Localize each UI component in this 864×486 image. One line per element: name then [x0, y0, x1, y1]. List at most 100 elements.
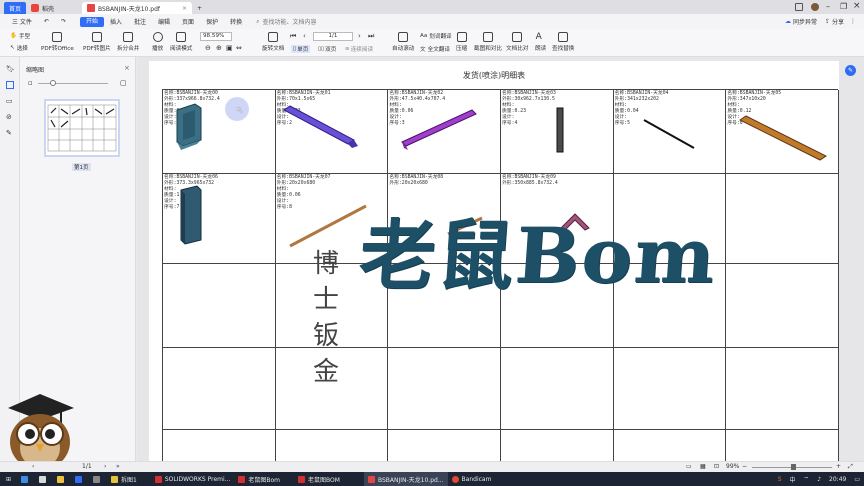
status-zoom-handle[interactable] [791, 464, 796, 470]
more-icon[interactable]: ⋮ [850, 18, 856, 25]
menu-insert[interactable]: 插入 [104, 17, 128, 26]
find-replace-button[interactable]: 查找替换 [552, 32, 574, 52]
ime-indicator[interactable]: 中 [786, 472, 800, 486]
redo-icon[interactable]: ↷ [55, 18, 72, 25]
sync-status[interactable]: 同步异常 [793, 17, 817, 26]
pdf-to-image-button[interactable]: PDF转图片 [83, 32, 111, 52]
zoom-input[interactable]: 98.59% [200, 32, 232, 41]
thumbnail-icon[interactable] [6, 81, 14, 89]
double-page-button[interactable]: ▯▯ 双页 [318, 45, 336, 53]
word-translate-button[interactable]: Aa 划词翻译 [420, 32, 452, 40]
status-view-icon[interactable]: ▭ [686, 463, 692, 470]
thumb-size-large-icon[interactable]: ▢ [120, 79, 127, 87]
close-window-icon[interactable]: × [853, 1, 861, 11]
taskbar-item-5[interactable]: Bandicam [448, 472, 496, 486]
status-zoom-icon[interactable]: ⊡ [714, 463, 719, 470]
read-mode-button[interactable]: 阅读模式 [170, 32, 192, 52]
taskbar-icon-4[interactable] [71, 472, 89, 486]
close-tab-icon[interactable]: × [182, 5, 187, 12]
part-illustration [280, 100, 384, 168]
fit-width-icon[interactable]: ⇔ [236, 44, 242, 52]
comment-icon[interactable]: ▭ [6, 97, 13, 105]
taskbar-item-3[interactable]: 老鼠图BOM [294, 472, 344, 486]
play-button[interactable]: 播放 [152, 32, 163, 52]
minimize-icon[interactable]: – [826, 2, 830, 11]
attachment-icon[interactable]: ⊘ [6, 113, 12, 121]
window-layout-icon[interactable] [795, 3, 803, 11]
menu-file[interactable]: 三 文件 [6, 17, 38, 26]
thumb-size-slider[interactable] [38, 83, 108, 84]
select-tool-button[interactable]: ↖ 选择 [10, 44, 28, 52]
new-tab-button[interactable]: + [192, 2, 207, 14]
menu-convert[interactable]: 转换 [224, 17, 248, 26]
hand-tool-button[interactable]: ✋ 手型 [10, 32, 30, 40]
continuous-read-button[interactable]: ≡ 连续阅读 [345, 45, 373, 53]
maximize-icon[interactable]: ❐ [840, 2, 847, 11]
rotate-icon [268, 32, 279, 42]
taskbar-icon-2[interactable] [35, 472, 53, 486]
next-page-icon[interactable]: › [358, 32, 361, 40]
windows-icon: ⊞ [6, 475, 12, 483]
prev-page-icon[interactable]: ‹ [303, 32, 306, 40]
menu-annotate[interactable]: 批注 [128, 17, 152, 26]
volume-icon[interactable]: ♪ [813, 472, 825, 486]
bookmark-icon[interactable]: 🔖︎ [6, 65, 15, 73]
signature-icon[interactable]: ✎ [6, 129, 12, 137]
read-mode-icon [176, 32, 187, 42]
taskbar-item-0[interactable]: 拆图1 [107, 472, 141, 486]
menu-start[interactable]: 开始 [79, 16, 104, 27]
status-zoom-out-icon[interactable]: − [742, 463, 747, 470]
menu-edit[interactable]: 编辑 [152, 17, 176, 26]
share-button[interactable]: 分享 [832, 17, 844, 26]
thumbnail-preview [47, 104, 117, 152]
taskbar-item-label: Bandicam [461, 475, 492, 483]
menu-protect[interactable]: 保护 [200, 17, 224, 26]
translate-float-icon[interactable]: ✎ [845, 65, 856, 76]
doc-compare-button[interactable]: 文档比对 [506, 32, 528, 52]
taskbar-item-2[interactable]: 老鼠图Bom [234, 472, 284, 486]
last-page-icon[interactable]: ⏭ [368, 32, 374, 41]
split-merge-button[interactable]: 拆分合并 [117, 32, 139, 52]
zoom-out-icon[interactable]: ⊖ [205, 44, 211, 52]
taskbar-item-4[interactable]: BSBANJIN-天龙10.pd... [363, 472, 448, 486]
taskbar-item-1[interactable]: SOLIDWORKS Premi... [151, 472, 235, 486]
first-page-icon[interactable]: ⏮ [290, 32, 296, 41]
single-page-button[interactable]: ▯ 单页 [291, 45, 311, 53]
taskbar-icon-1[interactable] [17, 472, 35, 486]
menu-page[interactable]: 页面 [176, 17, 200, 26]
compress-button[interactable]: 压缩 [456, 32, 467, 52]
sogou-icon[interactable]: S [774, 472, 786, 486]
rotate-button[interactable]: 旋转文档 [262, 32, 284, 52]
status-view2-icon[interactable]: ▦ [700, 463, 706, 470]
pdf-to-office-button[interactable]: PDF转Office [41, 32, 74, 52]
taskbar-icon-5[interactable] [89, 472, 107, 486]
status-next-icon[interactable]: › [104, 463, 106, 470]
close-panel-icon[interactable]: × [124, 64, 130, 72]
status-zoom-in-icon[interactable]: + [836, 463, 841, 470]
search-box[interactable]: ⌕ 查找功能、文档内容 [256, 17, 316, 27]
zoom-in-icon[interactable]: ⊕ [216, 44, 222, 52]
thumb-size-small-icon[interactable]: ▫ [28, 79, 33, 87]
status-prev-icon[interactable]: ‹ [32, 463, 34, 470]
status-fullscreen-icon[interactable]: ⤢ [848, 463, 853, 471]
read-aloud-button[interactable]: A 朗读 [535, 32, 546, 52]
status-last-icon[interactable]: » [116, 463, 120, 470]
avatar[interactable] [811, 3, 819, 11]
page-thumbnail[interactable] [44, 99, 120, 157]
status-zoom-value[interactable]: 99% [726, 463, 739, 470]
tab-daoke[interactable]: 稻壳 [26, 2, 82, 14]
screenshot-compare-button[interactable]: 截图和对比 [474, 32, 502, 52]
auto-scroll-button[interactable]: 自动滚动 [392, 32, 414, 52]
undo-icon[interactable]: ↶ [38, 18, 55, 25]
status-page-number: 1/1 [82, 463, 92, 470]
tab-pdf-document[interactable]: BSBANJIN-天龙10.pdf × [82, 2, 193, 14]
thumb-size-handle[interactable] [50, 80, 56, 86]
full-translate-button[interactable]: 文全文翻译 [420, 45, 450, 53]
tab-home[interactable]: 首页 [4, 2, 27, 14]
notification-icon[interactable]: ▭ [850, 472, 864, 486]
network-icon[interactable]: ⌔ [800, 472, 814, 486]
start-button[interactable]: ⊞ [0, 472, 17, 486]
taskbar-icon-3[interactable] [53, 472, 71, 486]
fit-page-icon[interactable]: ▣ [226, 44, 233, 52]
page-number-input[interactable]: 1/1 [313, 32, 353, 41]
